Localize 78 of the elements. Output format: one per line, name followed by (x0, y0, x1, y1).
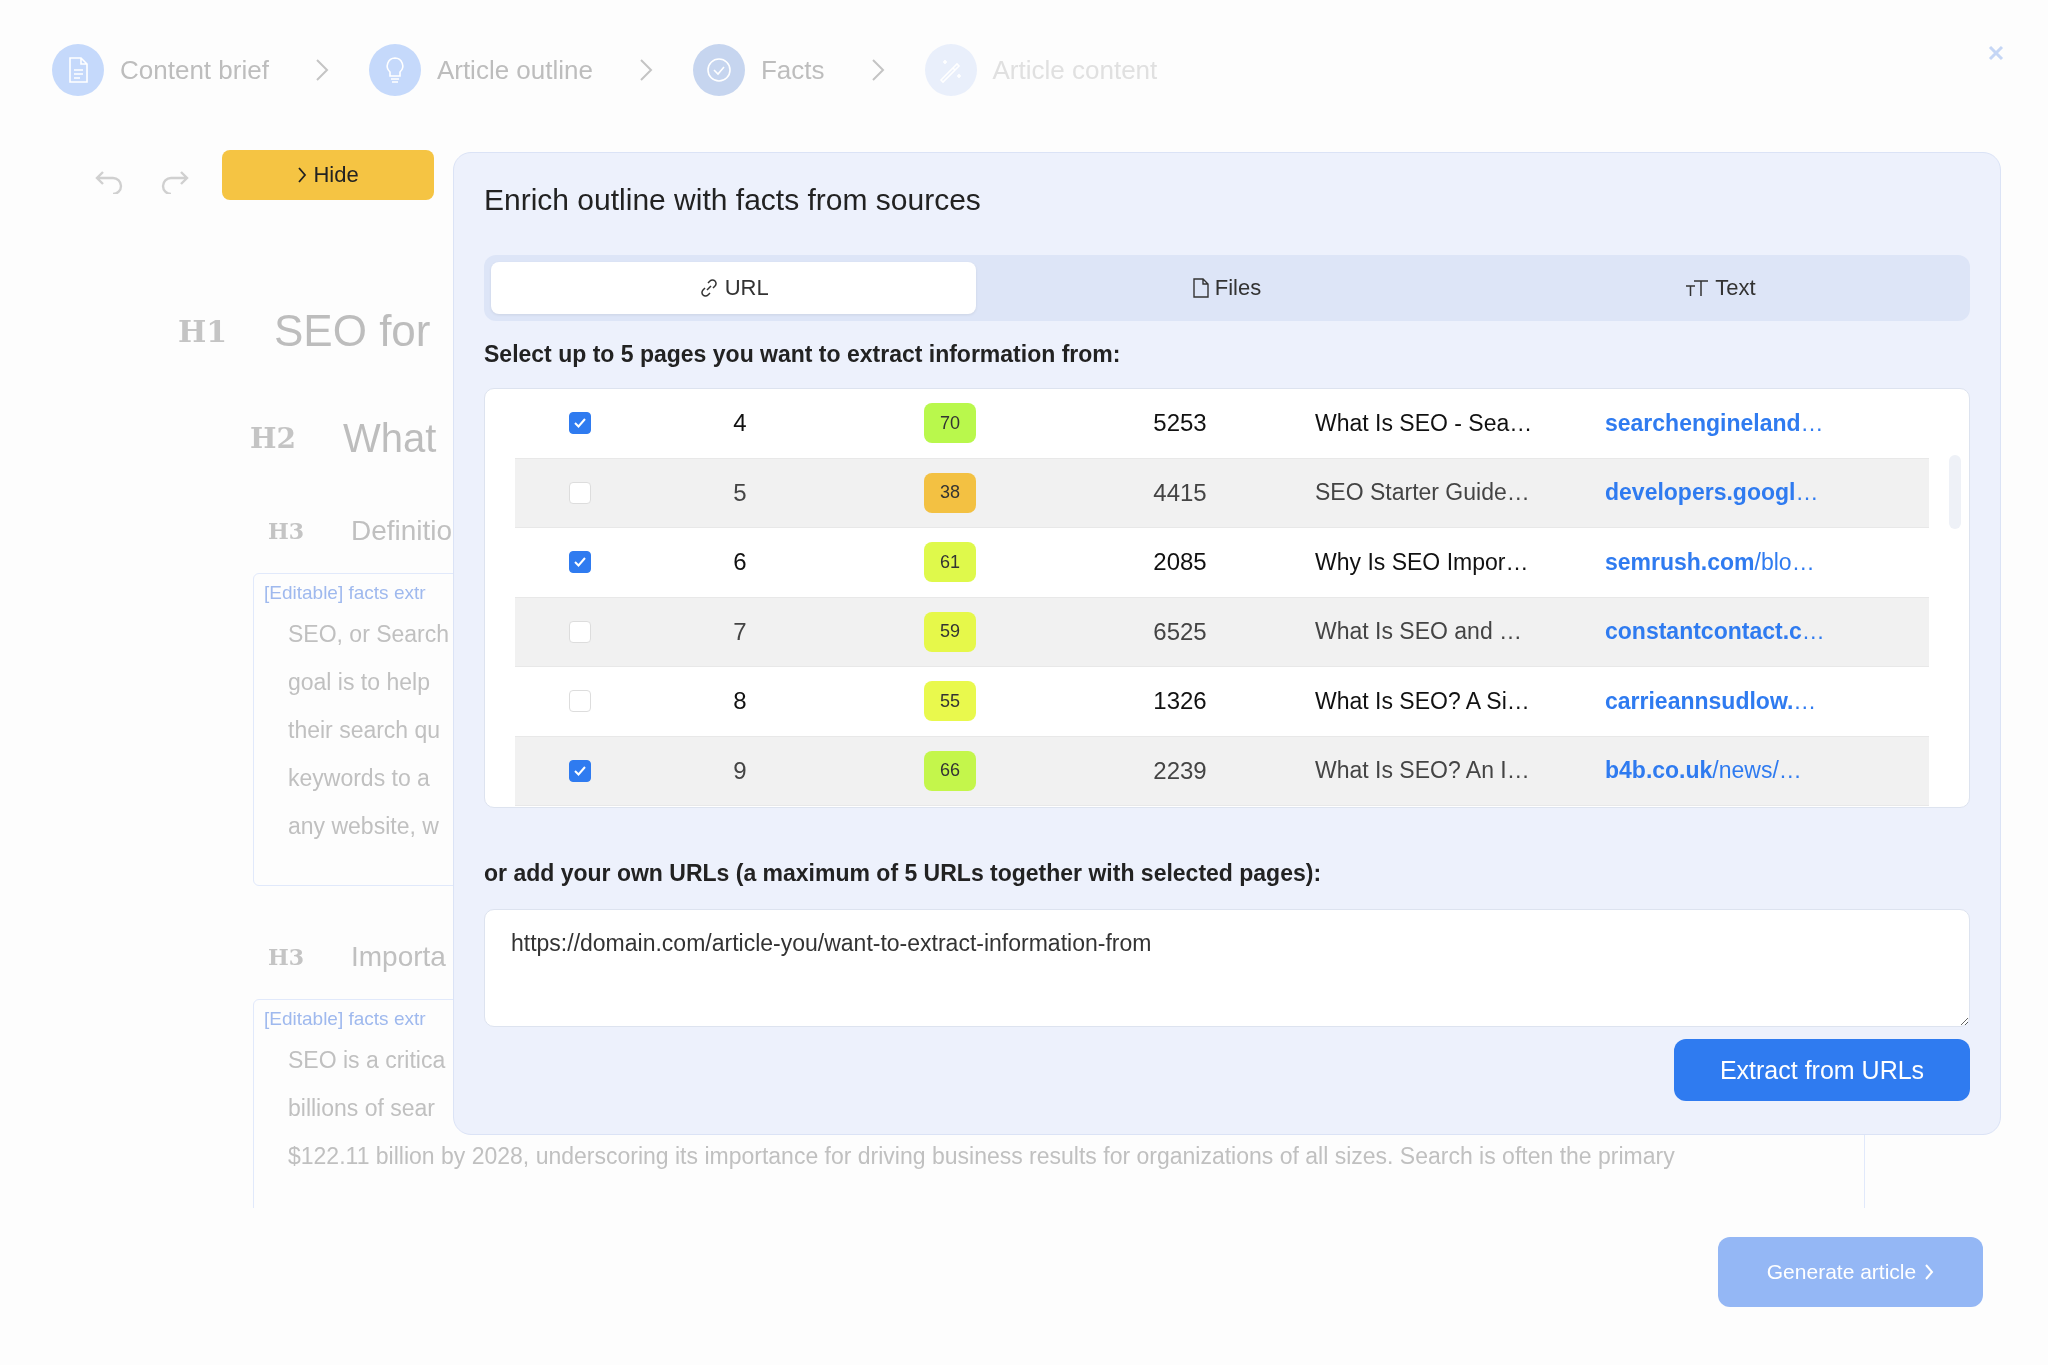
heading-tag: H1 (178, 313, 274, 349)
rank-text: 6 (733, 548, 747, 577)
heading-text: What (343, 416, 437, 461)
score-badge: 66 (924, 750, 976, 791)
extract-button[interactable]: Extract from URLs (1674, 1039, 1970, 1101)
heading-tag: H2 (250, 422, 343, 455)
page-link[interactable]: searchengineland… (1605, 409, 1824, 437)
page-link[interactable]: b4b.co.uk/news/… (1605, 757, 1802, 785)
score-badge: 38 (924, 472, 976, 513)
score-badge: 61 (924, 542, 976, 583)
word-count: 1326 (1153, 687, 1207, 716)
chevron-right-icon (870, 58, 885, 82)
word-count: 2239 (1153, 756, 1207, 785)
fact-text: keywords to a (288, 764, 430, 793)
page-title: What Is SEO - Sea… (1315, 409, 1533, 437)
facts-label: [Editable] facts extr (264, 1008, 426, 1030)
page-link[interactable]: semrush.com/blo… (1605, 548, 1815, 576)
fact-text: any website, w (288, 812, 439, 841)
tab[interactable]: Text (1477, 262, 1963, 314)
checkbox[interactable] (569, 759, 591, 782)
rank-text: 4 (733, 409, 747, 438)
section-label: Select up to 5 pages you want to extract information from: (484, 341, 1122, 368)
fact-text: goal is to help (288, 668, 430, 697)
heading-text: Importa (351, 941, 446, 973)
rank-text: 8 (733, 687, 747, 716)
page-title: What Is SEO? An I… (1315, 757, 1530, 785)
document-icon (67, 57, 89, 83)
redo-icon[interactable] (160, 168, 190, 194)
section-label: or add your own URLs (a maximum of 5 URLs together with selected pages): (484, 860, 1323, 887)
page-title: SEO Starter Guide… (1315, 479, 1530, 507)
check-icon (573, 764, 587, 777)
score-badge: 70 (924, 403, 976, 444)
rank-text: 7 (733, 617, 747, 646)
file-icon (1192, 278, 1209, 298)
chevron-right-icon (1924, 1263, 1935, 1281)
word-count: 4415 (1153, 478, 1207, 507)
word-count: 5253 (1153, 409, 1207, 438)
score-badge: 55 (924, 681, 976, 722)
page-title: Why Is SEO Impor… (1315, 548, 1529, 576)
page-link[interactable]: carrieannsudlow.… (1605, 687, 1817, 715)
page-title: What Is SEO and … (1315, 618, 1523, 646)
page-title: What Is SEO? A Si… (1315, 687, 1530, 715)
undo-icon[interactable] (94, 168, 124, 194)
fact-text: their search qu (288, 716, 441, 745)
generate-article-button[interactable]: Generate article (1718, 1237, 1983, 1307)
heading-tag: H3 (268, 944, 351, 970)
rank-text: 9 (733, 756, 747, 785)
word-count: 2085 (1153, 548, 1207, 577)
hide-button[interactable]: Hide (222, 150, 434, 200)
chevron-right-icon (314, 58, 329, 82)
chevron-right-icon (297, 166, 308, 184)
heading-tag: H3 (268, 518, 351, 544)
heading-text: Definitio (351, 515, 453, 547)
close-icon[interactable] (1988, 45, 2004, 61)
fact-text: SEO is a critica (288, 1046, 446, 1075)
check-circle-icon (705, 57, 732, 83)
score-badge: 59 (924, 611, 976, 652)
lightbulb-icon (383, 56, 406, 84)
checkbox[interactable] (569, 412, 591, 435)
heading-text: SEO for (274, 306, 431, 356)
tab[interactable]: URL (491, 262, 977, 314)
rank-text: 5 (733, 478, 747, 507)
modal-title: Enrich outline with facts from sources (484, 183, 982, 217)
check-icon (573, 556, 587, 569)
checkbox[interactable] (569, 551, 591, 574)
page-link[interactable]: constantcontact.c… (1605, 618, 1825, 646)
fact-text: $122.11 billion by 2028, underscoring its importance for driving business results for organizations of all sizes. Search is often the primary (288, 1142, 1675, 1171)
chevron-right-icon (638, 58, 653, 82)
check-icon (573, 417, 587, 430)
text-size-icon (1685, 278, 1710, 298)
page-link[interactable]: developers.googl… (1605, 479, 1819, 507)
url-input-field[interactable]: https://domain.com/article-you/want-to-extract-information-from (484, 909, 1970, 1027)
fact-text: SEO, or Search (288, 620, 450, 649)
fact-text: billions of sear (288, 1094, 436, 1123)
link-icon (698, 278, 719, 298)
tab[interactable]: Files (984, 262, 1470, 314)
facts-label: [Editable] facts extr (264, 582, 426, 604)
word-count: 6525 (1153, 617, 1207, 646)
